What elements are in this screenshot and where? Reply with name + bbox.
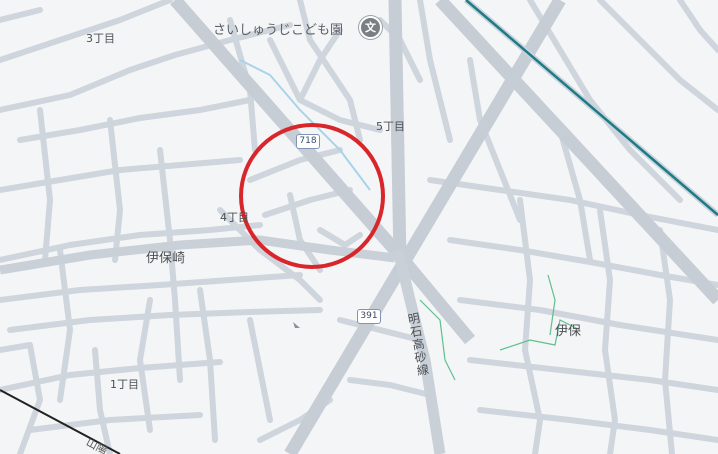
district-label-4-chome: 4丁目 <box>220 211 249 224</box>
district-label-1-chome: 1丁目 <box>110 378 139 391</box>
school-icon[interactable]: 文 <box>359 16 382 39</box>
route-badge-391: 391 <box>357 309 381 324</box>
route-badge-718: 718 <box>296 134 320 149</box>
district-boundary <box>547 274 556 336</box>
district-label-3-chome: 3丁目 <box>86 32 115 45</box>
minor-roads <box>0 0 718 454</box>
district-label-5-chome: 5丁目 <box>376 120 405 133</box>
area-label-iho: 伊保 <box>555 324 582 339</box>
map-canvas[interactable]: 3丁目 5丁目 4丁目 1丁目 伊保崎 伊保 さいしゅうじこども園 文 718 … <box>0 0 718 454</box>
poi-name-label[interactable]: さいしゅうじこども園 <box>213 19 343 38</box>
road-network <box>0 0 718 454</box>
area-label-iho-saki: 伊保崎 <box>146 251 186 266</box>
direction-arrow-icon <box>293 322 300 328</box>
